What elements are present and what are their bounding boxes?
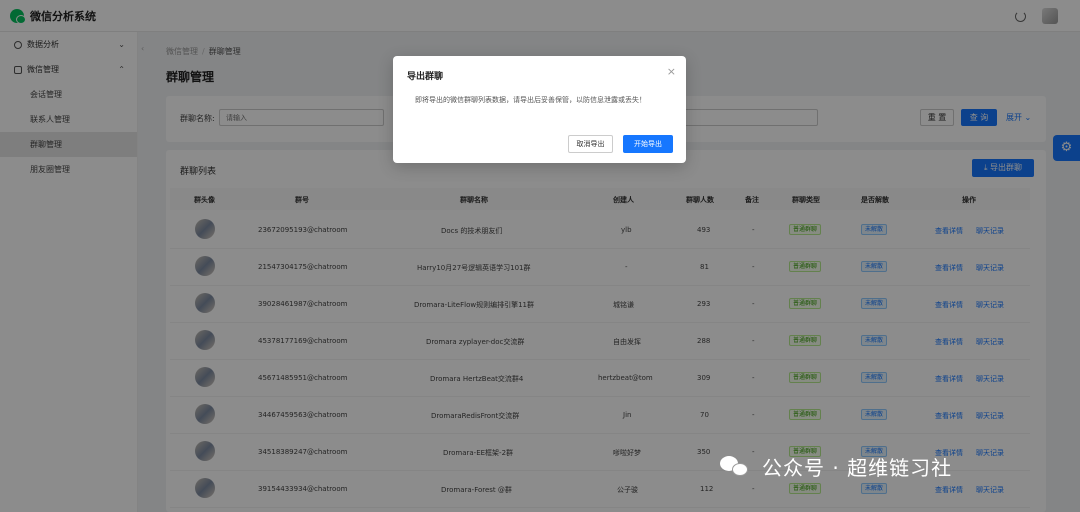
dialog-title: 导出群聊	[407, 72, 444, 82]
watermark: 公众号 · 超维链习社	[720, 452, 952, 481]
cancel-export-button[interactable]: 取消导出	[568, 135, 613, 153]
dialog-message: 即将导出的微信群聊列表数据，请导出后妥善保管，以防信息泄露或丢失！	[415, 96, 646, 104]
export-dialog: 导出群聊 × 即将导出的微信群聊列表数据，请导出后妥善保管，以防信息泄露或丢失！…	[393, 56, 686, 163]
start-export-button[interactable]: 开始导出	[623, 135, 673, 153]
watermark-text: 公众号 · 超维链习社	[762, 456, 953, 480]
close-icon[interactable]: ×	[667, 65, 676, 78]
wechat-watermark-icon	[720, 455, 750, 478]
